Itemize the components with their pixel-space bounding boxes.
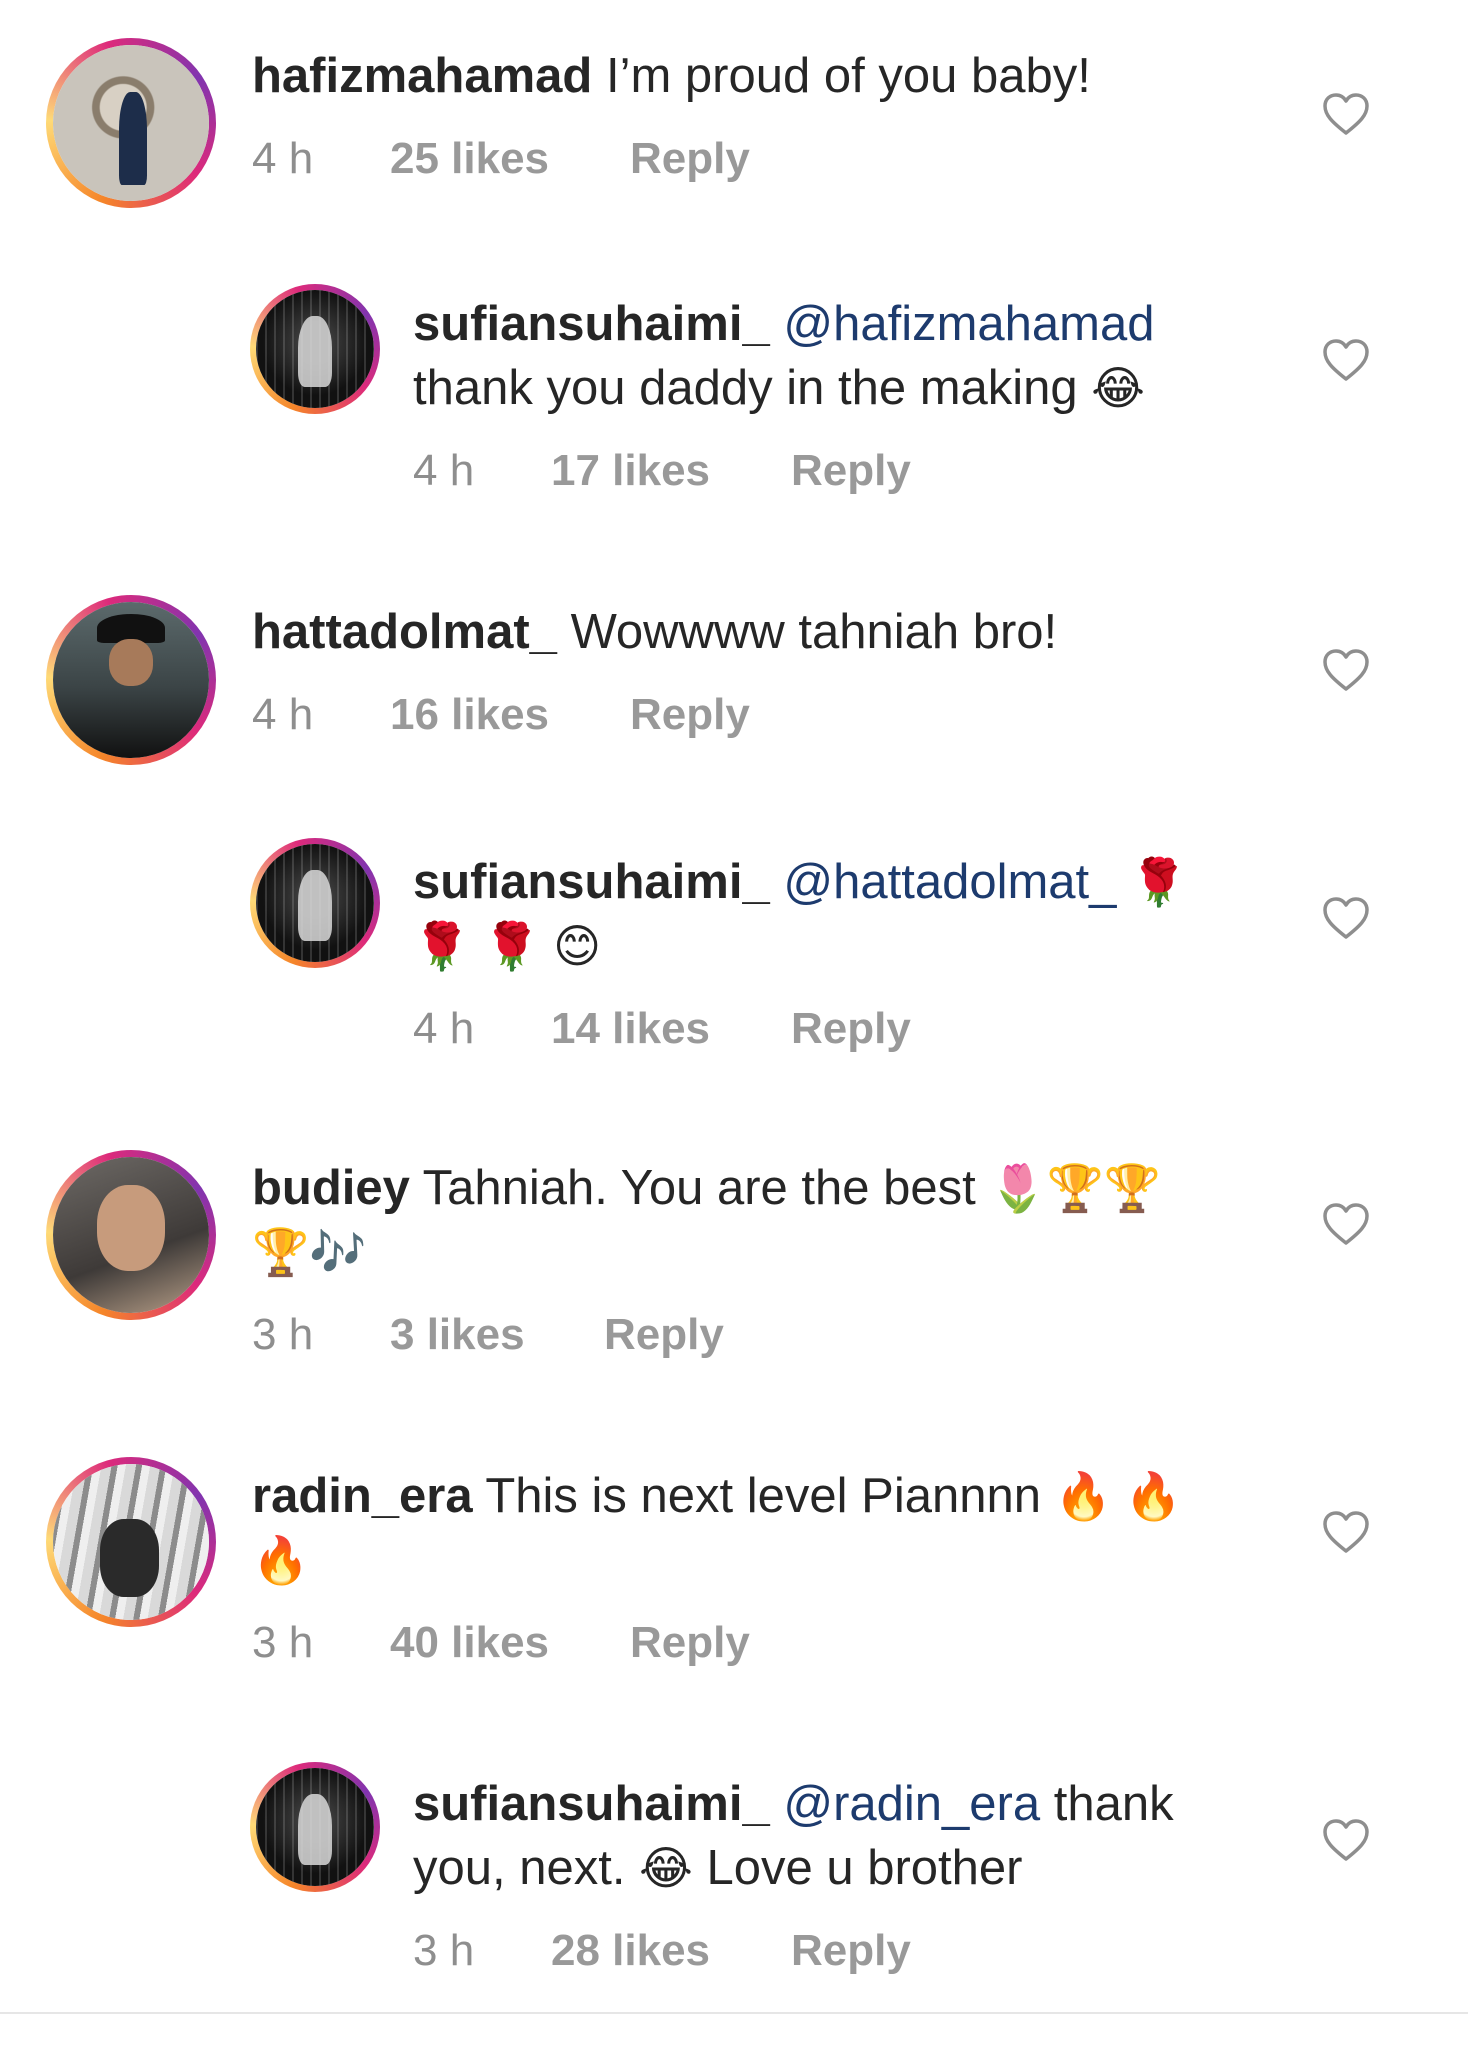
likes-count[interactable]: 16 likes (390, 690, 549, 740)
comment-body-end: Love u brother (706, 1841, 1023, 1895)
like-button[interactable] (1322, 92, 1370, 136)
comment-body-continued: you, next. (413, 1841, 626, 1895)
divider (0, 2012, 1468, 2014)
rose-emoji: 🌹 (1130, 856, 1188, 908)
likes-count[interactable]: 40 likes (390, 1618, 549, 1668)
like-button[interactable] (1322, 648, 1370, 692)
music-emoji: 🏆🎶 (252, 1226, 367, 1278)
comment-time: 3 h (252, 1618, 314, 1667)
like-button[interactable] (1322, 1510, 1370, 1554)
comment-time: 4 h (252, 134, 314, 183)
laughing-emoji: 😂 (1091, 362, 1146, 414)
mention-link[interactable]: @hattadolmat_ (783, 855, 1116, 909)
user-avatar-image (53, 45, 209, 201)
comment-username[interactable]: hattadolmat_ (252, 605, 557, 659)
heart-outline-icon (1323, 93, 1369, 135)
reply-button[interactable]: Reply (791, 1926, 911, 1976)
avatar[interactable] (46, 1150, 216, 1320)
comments-list: hafizmahamad I’m proud of you baby! 4 h … (0, 0, 1468, 2048)
reply-button[interactable]: Reply (630, 134, 750, 184)
laughing-emoji: 😂 (639, 1842, 693, 1894)
fire-emoji: 🔥 🔥 (1054, 1470, 1182, 1522)
comment-body: This is next level Piannnn (485, 1469, 1041, 1523)
reply-button[interactable]: Reply (630, 1618, 750, 1668)
comment-time: 3 h (252, 1310, 314, 1359)
reply-button[interactable]: Reply (630, 690, 750, 740)
like-button[interactable] (1322, 1202, 1370, 1246)
comment-text: budiey Tahniah. You are the best 🌷🏆🏆 🏆🎶 (252, 1156, 1252, 1284)
comment-body: Tahniah. You are the best (422, 1161, 976, 1215)
comment-text: sufiansuhaimi_ @hafizmahamad thank you d… (413, 292, 1253, 420)
comment-time: 4 h (413, 1004, 475, 1053)
avatar[interactable] (46, 1457, 216, 1627)
heart-outline-icon (1323, 1203, 1369, 1245)
likes-count[interactable]: 28 likes (551, 1926, 710, 1976)
mention-link[interactable]: @hafizmahamad (783, 297, 1154, 351)
likes-count[interactable]: 3 likes (390, 1310, 525, 1360)
user-avatar-image (256, 1768, 374, 1886)
like-button[interactable] (1322, 338, 1370, 382)
comment-body: Wowwww tahniah bro! (570, 605, 1058, 659)
comment-username[interactable]: budiey (252, 1161, 410, 1215)
user-avatar-image (256, 844, 374, 962)
avatar[interactable] (250, 284, 380, 414)
reply-button[interactable]: Reply (791, 446, 911, 496)
comment-text: sufiansuhaimi_ @hattadolmat_ 🌹 🌹 🌹 😊 (413, 850, 1253, 978)
comment-time: 4 h (413, 446, 475, 495)
heart-outline-icon (1323, 1819, 1369, 1861)
avatar[interactable] (46, 38, 216, 208)
reply-button[interactable]: Reply (604, 1310, 724, 1360)
comment-body: thank (1053, 1777, 1174, 1831)
heart-outline-icon (1323, 649, 1369, 691)
heart-outline-icon (1323, 339, 1369, 381)
user-avatar-image (53, 602, 209, 758)
reply-button[interactable]: Reply (791, 1004, 911, 1054)
comment-username[interactable]: radin_era (252, 1469, 473, 1523)
comment-text: sufiansuhaimi_ @radin_era thank you, nex… (413, 1772, 1253, 1900)
comment-username[interactable]: sufiansuhaimi_ (413, 1777, 770, 1831)
user-avatar-image (53, 1464, 209, 1620)
fire-emoji: 🔥 (252, 1534, 310, 1586)
likes-count[interactable]: 14 likes (551, 1004, 710, 1054)
comment-text: radin_era This is next level Piannnn 🔥 🔥… (252, 1464, 1252, 1592)
avatar[interactable] (250, 838, 380, 968)
like-button[interactable] (1322, 1818, 1370, 1862)
user-avatar-image (256, 290, 374, 408)
like-button[interactable] (1322, 896, 1370, 940)
comment-text: hafizmahamad I’m proud of you baby! (252, 44, 1252, 108)
likes-count[interactable]: 17 likes (551, 446, 710, 496)
likes-count[interactable]: 25 likes (390, 134, 549, 184)
comment-body: I’m proud of you baby! (606, 49, 1091, 103)
user-avatar-image (53, 1157, 209, 1313)
comment-username[interactable]: sufiansuhaimi_ (413, 297, 770, 351)
comment-time: 4 h (252, 690, 314, 739)
comment-body: thank you daddy in the making (413, 361, 1078, 415)
comment-username[interactable]: hafizmahamad (252, 49, 592, 103)
emoji-row: 🌹 🌹 😊 (413, 920, 602, 972)
avatar[interactable] (46, 595, 216, 765)
comment-text: hattadolmat_ Wowwww tahniah bro! (252, 600, 1252, 664)
heart-outline-icon (1323, 897, 1369, 939)
trophy-emoji: 🌷🏆🏆 (989, 1162, 1162, 1214)
avatar[interactable] (250, 1762, 380, 1892)
mention-link[interactable]: @radin_era (783, 1777, 1040, 1831)
comment-time: 3 h (413, 1926, 475, 1975)
heart-outline-icon (1323, 1511, 1369, 1553)
comment-username[interactable]: sufiansuhaimi_ (413, 855, 770, 909)
